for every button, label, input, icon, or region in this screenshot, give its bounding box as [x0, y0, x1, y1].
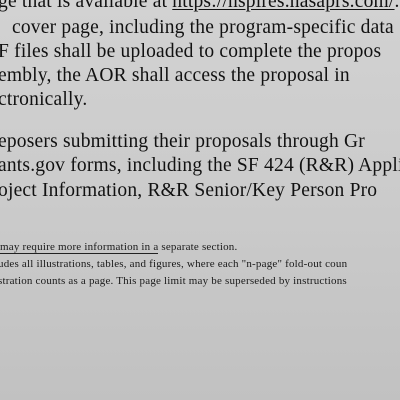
- nspires-link[interactable]: https://nspires.nasaprs.com/: [172, 0, 394, 12]
- paragraph-1-line-3: F files shall be uploaded to complete th…: [0, 41, 382, 62]
- paragraph-1-line-5: ctronically.: [0, 89, 88, 110]
- paragraph-1-line-2: cover page, including the program-specif…: [12, 17, 394, 38]
- footnote-line-1: may require more information in a separa…: [0, 241, 238, 253]
- footnote-line-2: udes all illustrations, tables, and figu…: [0, 258, 348, 270]
- paragraph-1-line-1-prefix: ge that is available at: [0, 0, 173, 12]
- paragraph-1-line-1: ge that is available at https://nspires.…: [0, 0, 400, 13]
- paragraph-2-line-1: eposers submitting their proposals throu…: [0, 131, 365, 152]
- document-page: ge that is available at https://nspires.…: [0, 0, 400, 400]
- paragraph-1-line-4: embly, the AOR shall access the proposal…: [0, 65, 350, 86]
- footnote-line-3: stration counts as a page. This page lim…: [0, 275, 347, 287]
- paragraph-1-line-1-suffix: .: [394, 0, 400, 12]
- paragraph-2-line-2: ants.gov forms, including the SF 424 (R&…: [0, 155, 400, 176]
- paragraph-2-line-3: oject Information, R&R Senior/Key Person…: [0, 180, 378, 201]
